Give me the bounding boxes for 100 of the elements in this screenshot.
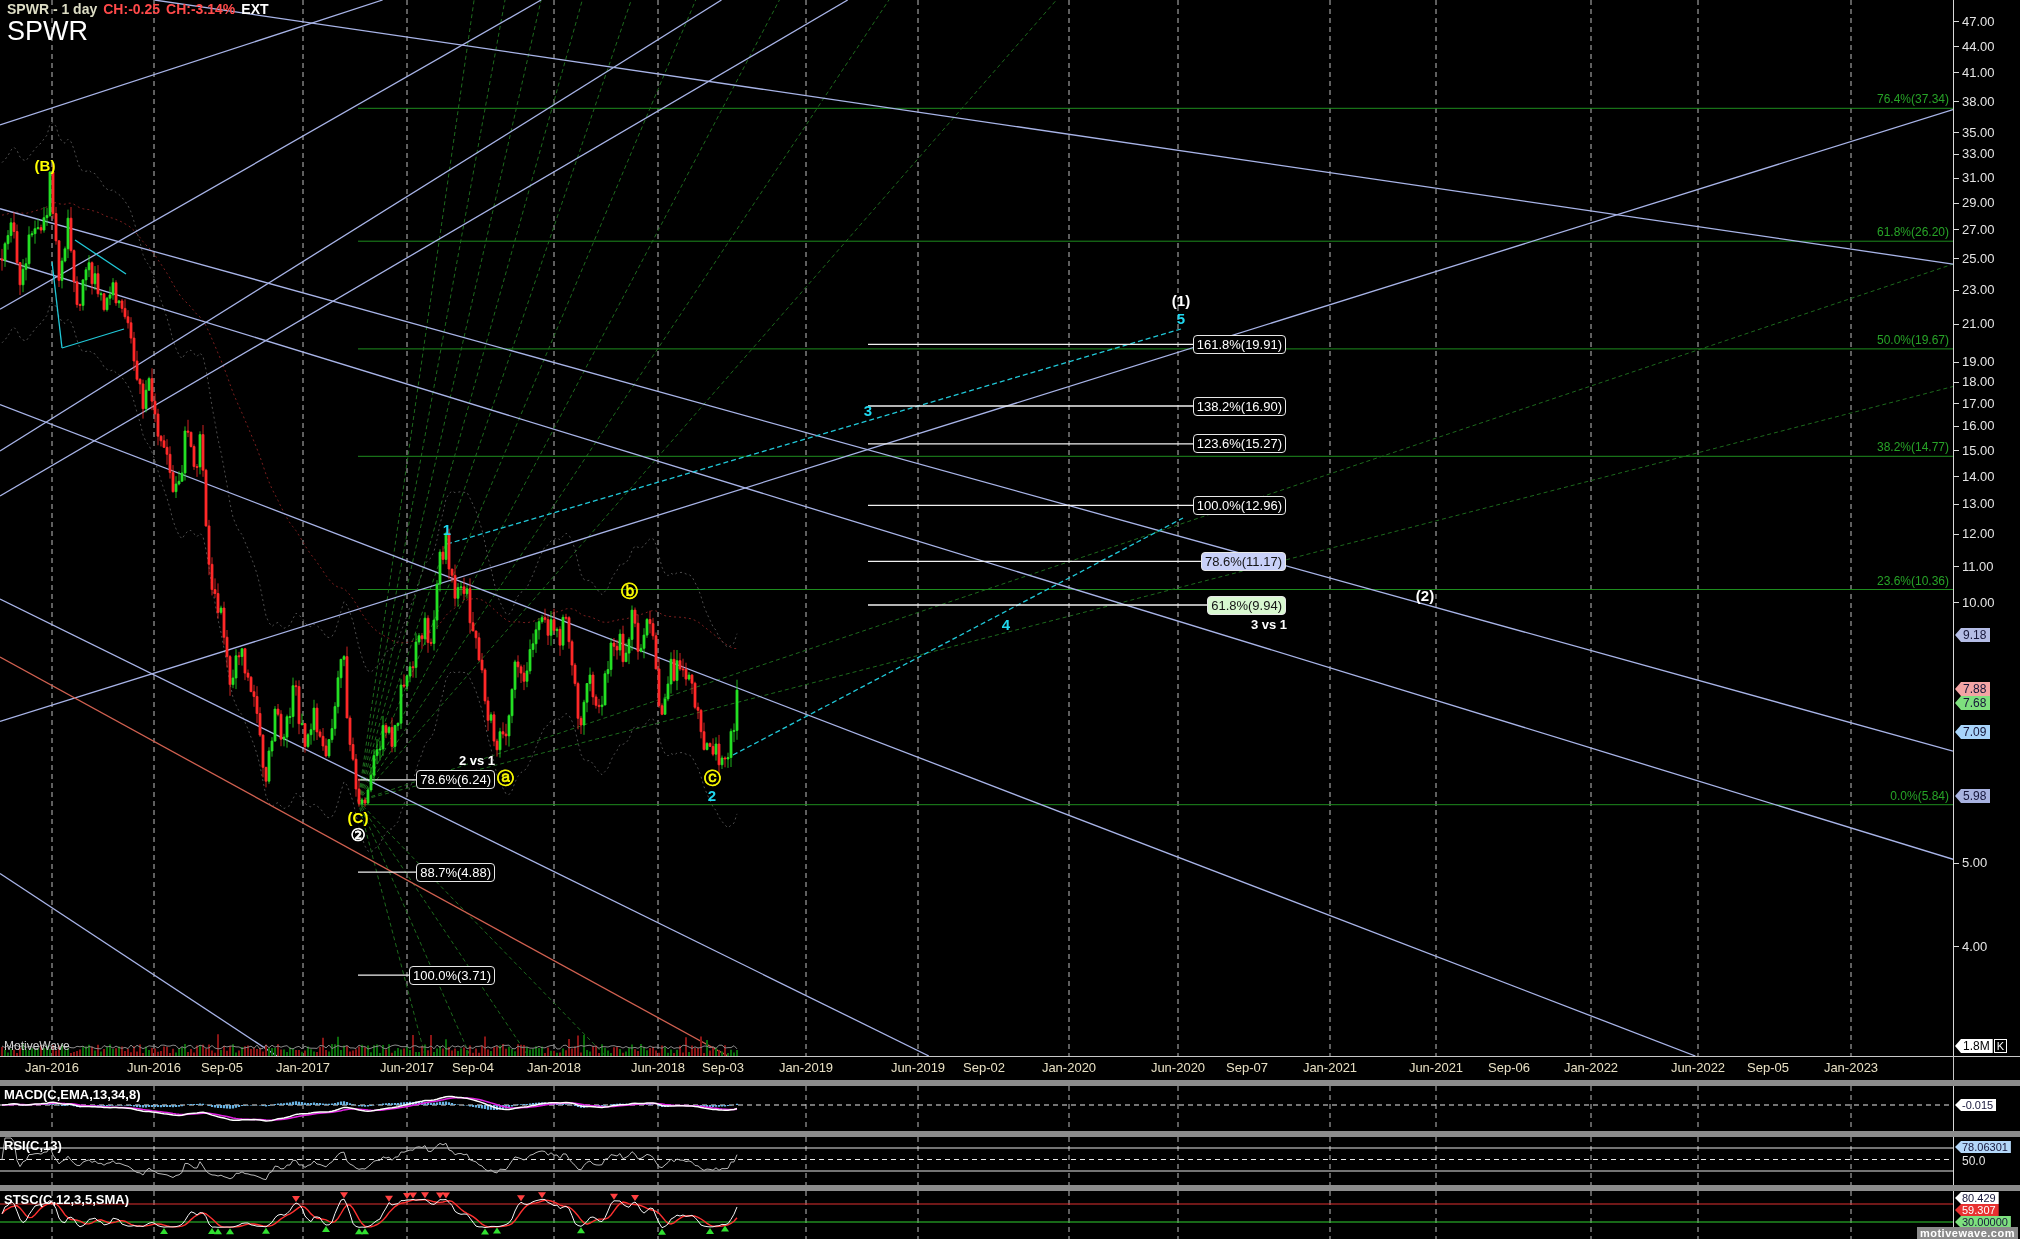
fib-level-label: 88.7%(4.88) xyxy=(416,862,495,882)
fib-level-label: 161.8%(19.91) xyxy=(1192,334,1286,354)
value-tag: 80.429 xyxy=(1955,1192,1999,1204)
wave-label: 2 vs 1 xyxy=(458,753,496,767)
date-label: Sep-05 xyxy=(1747,1060,1789,1076)
value-tag: 30.00000 xyxy=(1955,1216,2011,1228)
percent-change: CH:-3.14% xyxy=(166,1,236,18)
price-tick-label: 35.00 xyxy=(1962,124,1995,141)
price-tick-label: 47.00 xyxy=(1962,13,1995,30)
price-tick-label: 31.00 xyxy=(1962,170,1995,187)
date-label: Jan-2018 xyxy=(526,1060,582,1076)
indicator-title: MACD(C,EMA,13,34,8) xyxy=(4,1087,141,1102)
wave-label: ⓐ xyxy=(496,769,514,787)
price-tick-label: 18.00 xyxy=(1962,374,1995,391)
down-triangle-icon xyxy=(631,1195,639,1201)
date-label: Jun-2016 xyxy=(126,1060,182,1076)
wave-label: ⓒ xyxy=(703,769,721,787)
price-tick-label: 27.00 xyxy=(1962,221,1995,238)
price-tick-label: 16.00 xyxy=(1962,418,1995,435)
fib-level-label: 100.0%(3.71) xyxy=(408,965,495,985)
retracement-label: 23.6%(10.36) xyxy=(1876,575,1949,588)
date-label: Jan-2019 xyxy=(778,1060,834,1076)
date-label: Sep-04 xyxy=(452,1060,494,1076)
symbol-title: SPWR xyxy=(7,18,88,44)
price-tick-label: 21.00 xyxy=(1962,316,1995,333)
wave-label: 3 vs 1 xyxy=(1250,617,1288,631)
down-triangle-icon xyxy=(610,1193,618,1200)
date-label: Jun-2017 xyxy=(379,1060,435,1076)
price-tick-label: 14.00 xyxy=(1962,468,1995,485)
price-tag: 7.88 xyxy=(1955,682,1991,696)
website-label: motivewave.com xyxy=(1916,1227,2018,1239)
indicator-title: RSI(C,13) xyxy=(4,1138,62,1153)
date-label: Jun-2019 xyxy=(890,1060,946,1076)
wave-label: 4 xyxy=(1001,616,1011,632)
price-tick-label: 15.00 xyxy=(1962,442,1995,459)
wave-label: (2) xyxy=(1415,587,1435,603)
wave-label: ⓑ xyxy=(620,582,638,600)
price-tick-label: 44.00 xyxy=(1962,38,1995,55)
fib-level-label: 138.2%(16.90) xyxy=(1192,396,1286,416)
date-label: Jun-2018 xyxy=(630,1060,686,1076)
retracement-label: 61.8%(26.20) xyxy=(1876,226,1949,239)
price-tag: 7.09 xyxy=(1955,725,1991,739)
date-label: Jan-2020 xyxy=(1041,1060,1097,1076)
fib-level-label: 61.8%(9.94) xyxy=(1207,595,1286,615)
chart-title: SPWR - 1 day xyxy=(7,1,98,18)
date-label: Jan-2017 xyxy=(275,1060,331,1076)
value-tag: 59.307 xyxy=(1955,1204,1999,1216)
volume-tag: 1.8M xyxy=(1955,1039,1993,1053)
price-tick-label: 13.00 xyxy=(1962,496,1995,513)
value-tag: 78.06301 xyxy=(1955,1141,2011,1153)
price-tick-label: 19.00 xyxy=(1962,354,1995,370)
down-triangle-icon xyxy=(517,1195,525,1202)
price-tick-label: 5.00 xyxy=(1962,855,1988,872)
price-tick-label: 38.00 xyxy=(1962,93,1995,110)
date-label: Sep-03 xyxy=(702,1060,744,1076)
up-triangle-icon xyxy=(658,1228,666,1235)
price-tick-label: 11.00 xyxy=(1962,558,1994,575)
date-label: Sep-07 xyxy=(1226,1060,1268,1076)
value-tag: -0.015 xyxy=(1955,1099,1997,1111)
up-triangle-icon xyxy=(262,1227,270,1234)
down-triangle-icon xyxy=(538,1192,546,1199)
fib-level-label: 78.6%(11.17) xyxy=(1200,551,1286,571)
retracement-label: 50.0%(19.67) xyxy=(1876,334,1949,347)
branding-label: MotiveWave xyxy=(4,1039,70,1053)
wave-label: (B) xyxy=(34,157,56,173)
axis-value-label: 50.0 xyxy=(1962,1154,1986,1168)
price-change: CH:-0.25 xyxy=(103,1,161,18)
price-tick-label: 23.00 xyxy=(1962,282,1995,299)
up-triangle-icon xyxy=(577,1227,585,1234)
retracement-label: 76.4%(37.34) xyxy=(1876,93,1949,106)
wave-label: 2 xyxy=(707,787,717,803)
wave-label: ② xyxy=(350,826,366,844)
price-tag: 5.98 xyxy=(1955,789,1991,803)
wave-label: (1) xyxy=(1171,292,1191,308)
retracement-label: 38.2%(14.77) xyxy=(1876,441,1949,454)
date-label: Sep-06 xyxy=(1488,1060,1530,1076)
wave-label: (C) xyxy=(347,809,369,825)
date-label: Jun-2021 xyxy=(1408,1060,1464,1076)
wave-label: 3 xyxy=(863,402,873,418)
date-label: Jan-2016 xyxy=(24,1060,80,1076)
indicator-title: STSC(C,12,3,5,SMA) xyxy=(4,1192,129,1207)
price-tick-label: 17.00 xyxy=(1962,395,1995,412)
date-label: Jun-2020 xyxy=(1150,1060,1206,1076)
fib-level-label: 78.6%(6.24) xyxy=(416,770,495,790)
session-label: EXT xyxy=(241,1,269,18)
price-tick-label: 41.00 xyxy=(1962,64,1995,81)
date-label: Sep-02 xyxy=(963,1060,1005,1076)
date-label: Jan-2023 xyxy=(1823,1060,1879,1076)
price-tick-label: 25.00 xyxy=(1962,250,1995,267)
up-triangle-icon xyxy=(160,1228,168,1235)
unit-tag: K xyxy=(1993,1039,2008,1053)
date-label: Sep-05 xyxy=(201,1060,243,1076)
down-triangle-icon xyxy=(292,1196,300,1203)
price-tag: 7.68 xyxy=(1955,696,1991,710)
date-label: Jan-2022 xyxy=(1563,1060,1619,1076)
price-tick-label: 33.00 xyxy=(1962,146,1995,163)
price-tick-label: 10.00 xyxy=(1962,594,1995,611)
down-triangle-icon xyxy=(385,1195,393,1202)
price-tick-label: 29.00 xyxy=(1962,195,1995,212)
fib-level-label: 100.0%(12.96) xyxy=(1192,495,1286,515)
